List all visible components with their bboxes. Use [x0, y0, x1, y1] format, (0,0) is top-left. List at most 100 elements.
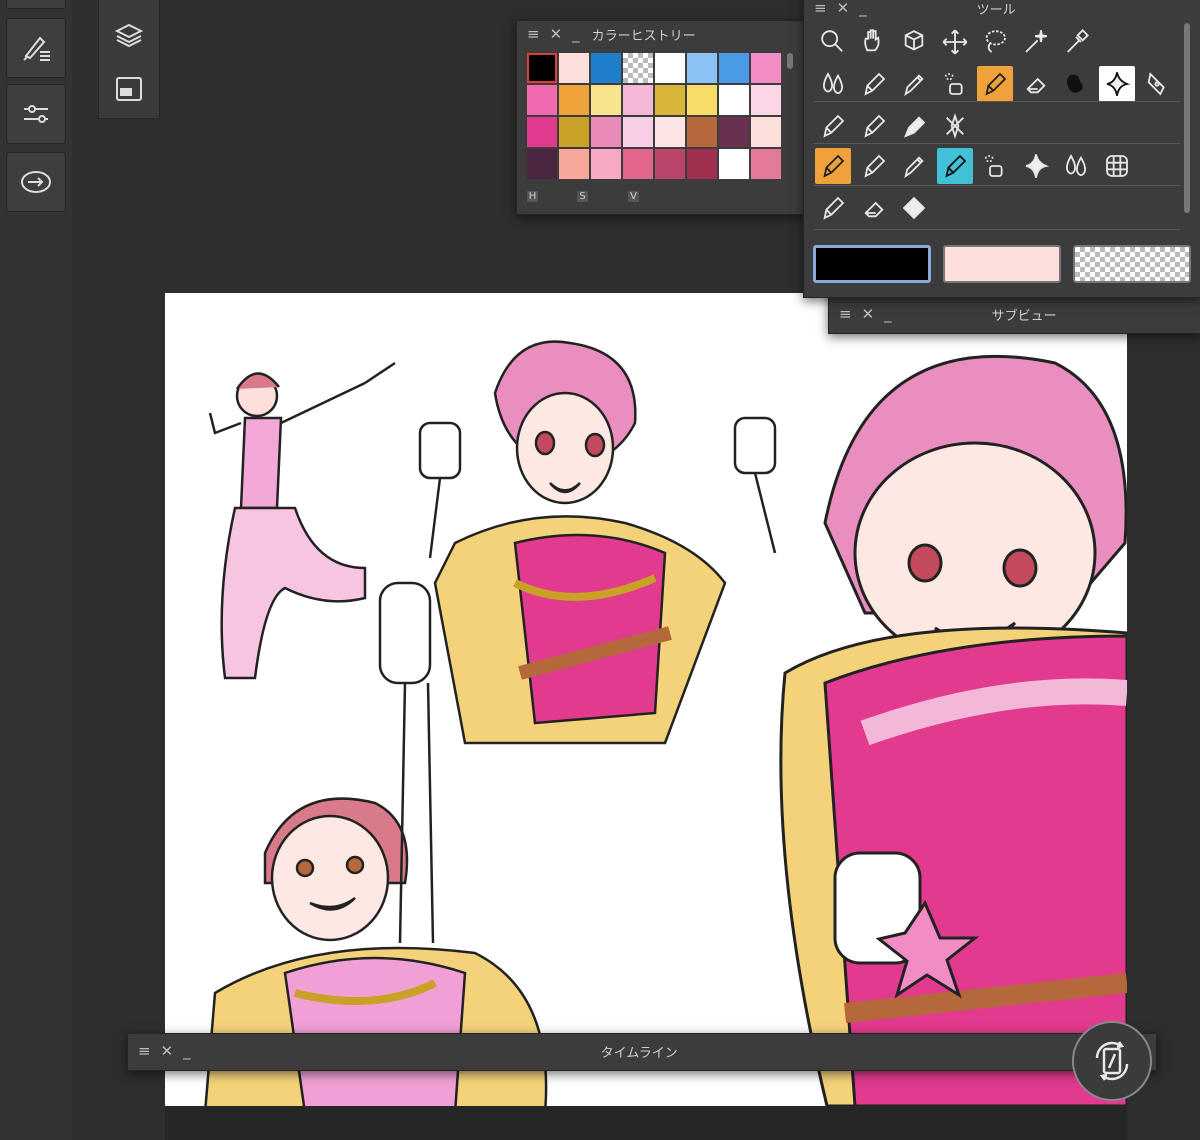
tool-sparkle[interactable] [1098, 66, 1135, 102]
mode-label-s[interactable]: S [577, 191, 588, 202]
minimize-icon[interactable]: _ [183, 1042, 191, 1060]
close-icon[interactable]: ✕ [862, 305, 875, 323]
drawing-canvas[interactable] [165, 293, 1127, 1106]
tool-titlebar[interactable]: ≡ ✕ _ ツール [804, 0, 1200, 21]
tool-fill[interactable] [896, 190, 932, 226]
tool-hand[interactable] [856, 24, 892, 60]
color-swatch[interactable] [591, 117, 621, 147]
color-swatch[interactable] [623, 53, 653, 83]
tool-blend[interactable] [1058, 148, 1094, 184]
close-icon[interactable]: ✕ [837, 0, 850, 17]
tool-ink-blot[interactable] [1058, 66, 1094, 102]
color-swatch[interactable] [559, 85, 589, 115]
color-swatch[interactable] [751, 85, 781, 115]
minimize-icon[interactable]: _ [884, 305, 892, 323]
color-swatch[interactable] [687, 53, 717, 83]
tool-ruler-cross[interactable] [937, 108, 973, 144]
tool-scrollbar[interactable] [1184, 23, 1190, 213]
tool-eraser[interactable] [856, 190, 892, 226]
tool-airbrush[interactable] [977, 148, 1013, 184]
color-swatch[interactable] [751, 117, 781, 147]
color-swatch[interactable] [623, 85, 653, 115]
color-swatch[interactable] [623, 117, 653, 147]
color-swatch[interactable] [719, 85, 749, 115]
color-swatch[interactable] [719, 53, 749, 83]
color-swatch[interactable] [751, 53, 781, 83]
brush-settings-button[interactable] [6, 18, 66, 78]
hsv-bar: H S V [517, 189, 804, 209]
transparent-color[interactable] [1073, 245, 1191, 283]
color-swatch[interactable] [591, 85, 621, 115]
move-icon [942, 29, 967, 55]
minimize-icon[interactable]: _ [859, 0, 867, 17]
color-swatch[interactable] [655, 53, 685, 83]
menu-icon[interactable]: ≡ [527, 25, 540, 43]
tool-move[interactable] [937, 24, 973, 60]
tool-eyedropper[interactable] [1058, 24, 1094, 60]
tool-lasso[interactable] [977, 24, 1013, 60]
tool-pen[interactable] [815, 190, 851, 226]
timeline-titlebar[interactable]: ≡ ✕ _ タイムライン [128, 1038, 1156, 1064]
tool-blend[interactable] [815, 66, 851, 102]
ruler-cross-icon [945, 113, 964, 139]
tool-pen[interactable] [856, 66, 892, 102]
tool-pen-selected[interactable] [977, 66, 1013, 102]
mode-label-h[interactable]: H [527, 191, 538, 202]
swap-button[interactable] [6, 152, 66, 212]
color-swatch[interactable] [655, 117, 685, 147]
adjust-button[interactable] [6, 84, 66, 144]
tool-pen[interactable] [856, 148, 892, 184]
tool-rotate-view[interactable] [896, 24, 932, 60]
color-swatch[interactable] [527, 53, 557, 83]
tool-eraser[interactable] [1018, 66, 1054, 102]
color-swatch[interactable] [559, 149, 589, 179]
menu-icon[interactable]: ≡ [138, 1042, 151, 1060]
color-swatch[interactable] [527, 149, 557, 179]
color-swatch[interactable] [719, 149, 749, 179]
close-icon[interactable]: ✕ [161, 1042, 174, 1060]
tool-zoom[interactable] [815, 24, 851, 60]
sub-view-titlebar[interactable]: ≡ ✕ _ サブビュー [829, 301, 1200, 327]
tool-pencil[interactable] [896, 148, 932, 184]
color-swatch[interactable] [527, 85, 557, 115]
rotate-canvas-button[interactable] [1072, 1021, 1152, 1101]
color-swatch[interactable] [527, 117, 557, 147]
menu-icon[interactable]: ≡ [839, 305, 852, 323]
color-swatch[interactable] [623, 149, 653, 179]
color-swatch[interactable] [687, 117, 717, 147]
menu-icon[interactable]: ≡ [814, 0, 827, 17]
airbrush-icon [944, 73, 963, 95]
tool-pen[interactable] [856, 108, 892, 144]
tool-grid[interactable] [1099, 148, 1135, 184]
tool-magic-wand[interactable] [1018, 24, 1054, 60]
sub-color[interactable] [943, 245, 1061, 283]
color-swatch[interactable] [751, 149, 781, 179]
minimize-icon[interactable]: _ [572, 25, 580, 43]
tool-pen-selected[interactable] [815, 148, 851, 184]
tool-pencil[interactable] [896, 66, 932, 102]
color-swatch[interactable] [687, 85, 717, 115]
color-swatch[interactable] [559, 117, 589, 147]
tool-marker[interactable] [896, 108, 932, 144]
toolbar-button-top-partial[interactable] [6, 0, 66, 9]
color-swatch[interactable] [559, 53, 589, 83]
tool-row-separator [813, 101, 1180, 102]
color-swatch[interactable] [655, 149, 685, 179]
tool-airbrush[interactable] [937, 66, 973, 102]
color-swatch[interactable] [655, 85, 685, 115]
layers-button[interactable] [104, 12, 154, 58]
tool-vector-pen[interactable] [1139, 66, 1175, 102]
color-history-scrollbar[interactable] [787, 53, 793, 69]
main-color[interactable] [813, 245, 931, 283]
color-swatch[interactable] [719, 117, 749, 147]
mode-label-v[interactable]: V [628, 191, 639, 202]
color-swatch[interactable] [591, 149, 621, 179]
tool-pen[interactable] [815, 108, 851, 144]
tool-brush-alt[interactable] [936, 148, 973, 184]
color-swatch[interactable] [687, 149, 717, 179]
navigator-button[interactable] [104, 66, 154, 112]
tool-sparkle[interactable] [1018, 148, 1054, 184]
color-history-titlebar[interactable]: ≡ ✕ _ カラーヒストリー [517, 21, 804, 47]
color-swatch[interactable] [591, 53, 621, 83]
close-icon[interactable]: ✕ [550, 25, 563, 43]
